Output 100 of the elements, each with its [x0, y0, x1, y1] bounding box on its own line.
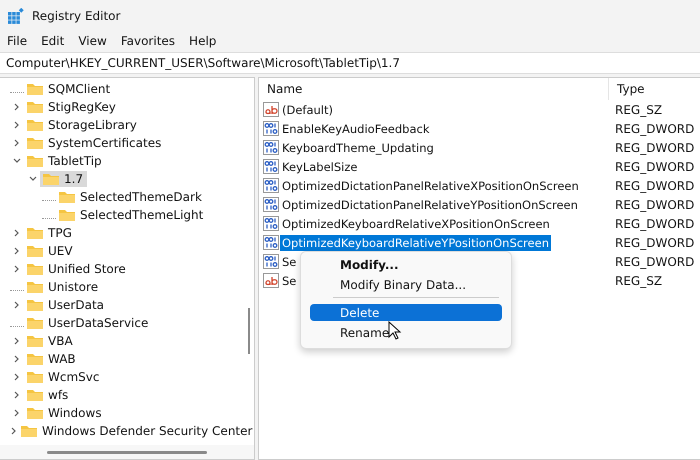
chevron-right-icon[interactable] [13, 373, 21, 381]
value-name[interactable]: Se [280, 272, 298, 288]
binary-value-icon [263, 254, 279, 269]
tree-item[interactable]: UEV [24, 243, 77, 259]
tree-item[interactable]: SQMClient [24, 81, 114, 97]
folder-icon [26, 154, 44, 168]
folder-icon [26, 334, 44, 348]
value-type: REG_SZ [614, 274, 664, 288]
tree-item[interactable]: SelectedThemeLight [56, 207, 208, 223]
chevron-right-icon[interactable] [13, 355, 21, 363]
folder-icon [20, 424, 38, 438]
chevron-right-icon[interactable] [13, 121, 21, 129]
menu-item[interactable]: Help [189, 34, 222, 48]
tree-item[interactable]: StorageLibrary [24, 117, 141, 133]
chevron-right-icon[interactable] [13, 139, 21, 147]
tree-item[interactable]: Unified Store [24, 261, 130, 277]
folder-icon [26, 226, 44, 240]
value-type: REG_DWORD [614, 254, 696, 268]
column-header[interactable]: Name [259, 78, 609, 100]
chevron-right-icon[interactable] [13, 391, 21, 399]
binary-value-icon [263, 216, 279, 231]
folder-icon [26, 262, 44, 276]
tree-item[interactable]: TPG [24, 225, 76, 241]
value-name[interactable]: EnableKeyAudioFeedback [280, 120, 432, 136]
folder-icon [58, 190, 76, 204]
folder-icon [58, 208, 76, 222]
scrollbar-thumb[interactable] [248, 308, 250, 354]
tree-item[interactable]: WcmSvc [24, 369, 104, 385]
tree-item[interactable]: 1.7 [40, 171, 88, 187]
chevron-right-icon[interactable] [13, 103, 21, 111]
context-menu-item[interactable]: Delete [310, 304, 502, 321]
menu-item[interactable]: View [78, 34, 113, 48]
folder-icon [42, 172, 60, 186]
binary-value-icon [263, 140, 279, 155]
tree-item[interactable]: UserDataService [24, 315, 152, 331]
chevron-right-icon[interactable] [13, 301, 21, 309]
value-name[interactable]: KeyboardTheme_Updating [280, 140, 436, 156]
value-name[interactable]: KeyLabelSize [280, 158, 360, 174]
folder-icon [26, 370, 44, 384]
context-menu-item[interactable]: Rename [310, 324, 502, 341]
value-type: REG_DWORD [614, 178, 696, 192]
folder-icon [26, 298, 44, 312]
folder-icon [26, 388, 44, 402]
chevron-right-icon[interactable] [10, 427, 18, 435]
folder-icon [26, 118, 44, 132]
chevron-right-icon[interactable] [13, 265, 21, 273]
menu-item[interactable]: Favorites [120, 34, 182, 48]
value-name[interactable]: OptimizedDictationPanelRelativeXPositionOnScreen [280, 178, 581, 194]
value-type: REG_SZ [614, 102, 664, 116]
folder-icon [26, 244, 44, 258]
value-name[interactable]: OptimizedDictationPanelRelativeYPositionOnScreen [280, 196, 580, 212]
string-value-icon [263, 102, 279, 117]
value-type: REG_DWORD [614, 140, 696, 154]
tree-item[interactable]: SelectedThemeDark [56, 189, 206, 205]
context-menu-item[interactable]: Modify... [310, 256, 502, 273]
menu-item[interactable]: File [7, 34, 34, 48]
menu-item[interactable]: Edit [41, 34, 70, 48]
context-menu-item[interactable]: Modify Binary Data... [310, 276, 502, 293]
tree-item[interactable]: TabletTip [24, 153, 106, 169]
tree-item[interactable]: UserData [24, 297, 108, 313]
binary-value-icon [263, 159, 279, 174]
folder-icon [26, 280, 44, 294]
tree-item[interactable]: Unistore [24, 279, 102, 295]
tree-item[interactable]: StigRegKey [24, 99, 120, 115]
tree-item[interactable]: wfs [24, 387, 72, 403]
folder-icon [26, 316, 44, 330]
string-value-icon [263, 273, 279, 288]
value-type: REG_DWORD [614, 198, 696, 212]
chevron-right-icon[interactable] [13, 247, 21, 255]
value-type: REG_DWORD [614, 236, 696, 250]
address-field[interactable]: Computer\HKEY_CURRENT_USER\Software\Microsoft\TabletTip\1.7 [0, 52, 700, 74]
mouse-cursor-icon [388, 321, 402, 341]
window-title: Registry Editor [32, 9, 120, 23]
chevron-down-icon[interactable] [13, 157, 21, 165]
binary-value-icon [263, 178, 279, 193]
chevron-right-icon[interactable] [13, 337, 21, 345]
folder-icon [26, 136, 44, 150]
tree-item[interactable]: Windows Defender Security Center [18, 423, 254, 439]
binary-value-icon [263, 197, 279, 212]
binary-value-icon [263, 121, 279, 136]
folder-icon [26, 82, 44, 96]
folder-icon [26, 352, 44, 366]
chevron-down-icon[interactable] [29, 175, 37, 183]
tree-item[interactable]: VBA [24, 333, 77, 349]
folder-icon [26, 406, 44, 420]
value-name[interactable]: OptimizedKeyboardRelativeXPositionOnScreen [280, 216, 552, 232]
chevron-right-icon[interactable] [13, 229, 21, 237]
column-header[interactable]: Type [609, 78, 700, 100]
tree-item[interactable]: SystemCertificates [24, 135, 166, 151]
registry-icon [8, 8, 24, 24]
scrollbar-thumb[interactable] [47, 450, 207, 454]
tree-item[interactable]: Windows [24, 405, 106, 421]
value-type: REG_DWORD [614, 216, 696, 230]
value-name[interactable]: Se [280, 254, 298, 270]
tree-item[interactable]: WAB [24, 351, 80, 367]
value-type: REG_DWORD [614, 160, 696, 174]
value-name[interactable]: (Default) [280, 102, 335, 118]
binary-value-icon [263, 235, 279, 250]
value-name[interactable]: OptimizedKeyboardRelativeYPositionOnScreen [280, 234, 551, 250]
chevron-right-icon[interactable] [13, 409, 21, 417]
